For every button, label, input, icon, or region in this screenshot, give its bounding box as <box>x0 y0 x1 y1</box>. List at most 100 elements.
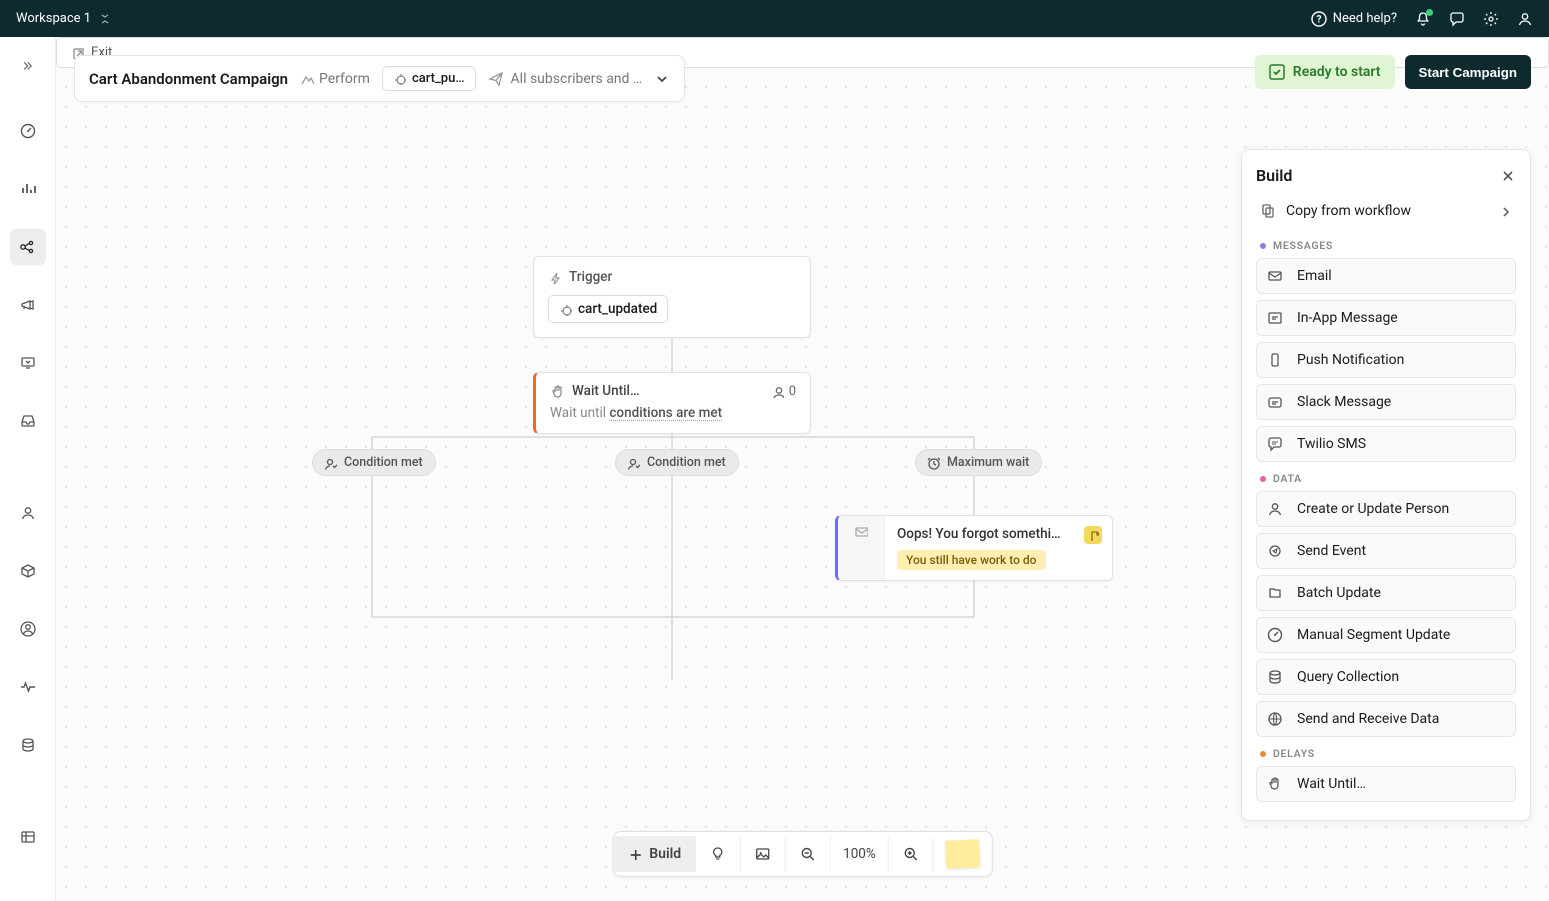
nav-dashboard[interactable] <box>10 113 46 149</box>
chevron-right-icon <box>1498 204 1512 218</box>
action-webhook[interactable]: Send and Receive Data <box>1256 701 1516 737</box>
nav-objects[interactable] <box>10 553 46 589</box>
action-segment[interactable]: Manual Segment Update <box>1256 617 1516 653</box>
branch-max-wait[interactable]: Maximum wait <box>915 449 1042 476</box>
trigger-chip[interactable]: cart_pu… <box>382 66 476 91</box>
section-messages: MESSAGES <box>1260 239 1516 252</box>
chat-button[interactable] <box>1449 11 1465 27</box>
zoom-in-icon <box>903 846 919 862</box>
nav-people[interactable] <box>10 495 46 531</box>
profile-button[interactable] <box>1517 11 1533 27</box>
notifications-button[interactable] <box>1415 11 1431 27</box>
help-icon <box>1311 11 1327 27</box>
branch-condition-2[interactable]: Condition met <box>615 449 739 476</box>
gauge-icon <box>1267 627 1283 643</box>
table-icon <box>20 829 36 845</box>
campaign-header: Cart Abandonment Campaign Perform cart_p… <box>74 55 685 102</box>
branch-condition-1[interactable]: Condition met <box>312 449 436 476</box>
action-inapp[interactable]: In-App Message <box>1256 300 1516 336</box>
mail-icon <box>1267 268 1283 284</box>
slack-icon <box>1267 394 1283 410</box>
chevron-down-icon[interactable] <box>654 71 670 87</box>
flow-icon <box>19 239 36 256</box>
gauge-icon <box>20 123 36 139</box>
target-icon <box>559 303 572 316</box>
start-campaign-button[interactable]: Start Campaign <box>1405 55 1532 89</box>
hand-icon <box>550 384 564 398</box>
bars-icon <box>20 181 36 197</box>
topbar: Workspace 1 Need help? <box>0 0 1549 37</box>
bottom-toolbar: Build 100% <box>612 831 993 877</box>
batch-icon <box>1267 585 1283 601</box>
action-query[interactable]: Query Collection <box>1256 659 1516 695</box>
ready-status: Ready to start <box>1255 55 1395 89</box>
selector-icon <box>97 11 109 27</box>
nav-activity[interactable] <box>10 669 46 705</box>
doc-icon <box>1088 530 1099 541</box>
message-title: Oops! You forgot somethin… <box>897 526 1067 542</box>
workspace-label: Workspace 1 <box>16 11 91 26</box>
nav-inbox[interactable] <box>10 403 46 439</box>
nav-segments[interactable] <box>10 611 46 647</box>
database-icon <box>20 737 36 753</box>
campaign-title: Cart Abandonment Campaign <box>89 70 288 88</box>
action-slack[interactable]: Slack Message <box>1256 384 1516 420</box>
user-icon <box>1267 501 1283 517</box>
action-push[interactable]: Push Notification <box>1256 342 1516 378</box>
workspace-selector[interactable]: Workspace 1 <box>16 11 109 27</box>
user-check-icon <box>626 456 640 470</box>
nav-campaigns[interactable] <box>10 229 46 265</box>
close-icon[interactable] <box>1500 168 1516 184</box>
nav-deliveries[interactable] <box>10 345 46 381</box>
target-icon <box>393 72 406 85</box>
build-button[interactable]: Build <box>613 836 696 872</box>
user-icon <box>20 505 36 521</box>
tips-button[interactable] <box>696 836 741 872</box>
sticky-note-icon <box>945 839 980 869</box>
nav-collections[interactable] <box>10 819 46 855</box>
user-icon <box>1517 11 1533 27</box>
expand-icon <box>20 61 36 77</box>
copy-from-workflow[interactable]: Copy from workflow <box>1256 197 1516 229</box>
plus-icon <box>627 847 642 862</box>
bulb-icon <box>710 846 726 862</box>
action-wait[interactable]: Wait Until… <box>1256 766 1516 802</box>
sidebar <box>0 37 56 901</box>
database-icon <box>1267 669 1283 685</box>
zoom-in-button[interactable] <box>889 836 934 872</box>
action-batch[interactable]: Batch Update <box>1256 575 1516 611</box>
sticky-note-button[interactable] <box>934 832 992 876</box>
nav-analytics[interactable] <box>10 171 46 207</box>
globe-icon <box>1267 711 1283 727</box>
action-send-event[interactable]: Send Event <box>1256 533 1516 569</box>
draft-badge <box>1084 526 1102 544</box>
message-node[interactable]: Oops! You forgot somethin… You still hav… <box>835 515 1113 581</box>
settings-button[interactable] <box>1483 11 1499 27</box>
nav-broadcasts[interactable] <box>10 287 46 323</box>
audience-selector[interactable]: All subscribers and … <box>488 71 643 87</box>
action-create-person[interactable]: Create or Update Person <box>1256 491 1516 527</box>
workflow-canvas[interactable]: Cart Abandonment Campaign Perform cart_p… <box>56 37 1549 901</box>
wait-node[interactable]: Wait Until… 0 Wait until conditions are … <box>533 372 811 434</box>
send-icon <box>488 71 503 86</box>
section-data: DATA <box>1260 472 1516 485</box>
conditions-link[interactable]: conditions are met <box>609 405 722 421</box>
zoom-level[interactable]: 100% <box>831 836 889 872</box>
chat-icon <box>1449 11 1465 27</box>
action-email[interactable]: Email <box>1256 258 1516 294</box>
image-button[interactable] <box>741 836 786 872</box>
pulse-icon <box>20 679 36 695</box>
mail-icon <box>854 524 868 538</box>
need-help-link[interactable]: Need help? <box>1311 11 1397 27</box>
action-sms[interactable]: Twilio SMS <box>1256 426 1516 462</box>
hand-icon <box>1267 776 1283 792</box>
check-icon <box>1269 64 1285 80</box>
zoom-out-icon <box>800 846 816 862</box>
nav-data[interactable] <box>10 727 46 763</box>
trigger-node[interactable]: Trigger cart_updated <box>533 256 811 338</box>
megaphone-icon <box>20 297 36 313</box>
sidebar-expand[interactable] <box>10 51 46 87</box>
gear-icon <box>1483 11 1499 27</box>
zoom-out-button[interactable] <box>786 836 831 872</box>
wait-people-count: 0 <box>771 384 796 399</box>
